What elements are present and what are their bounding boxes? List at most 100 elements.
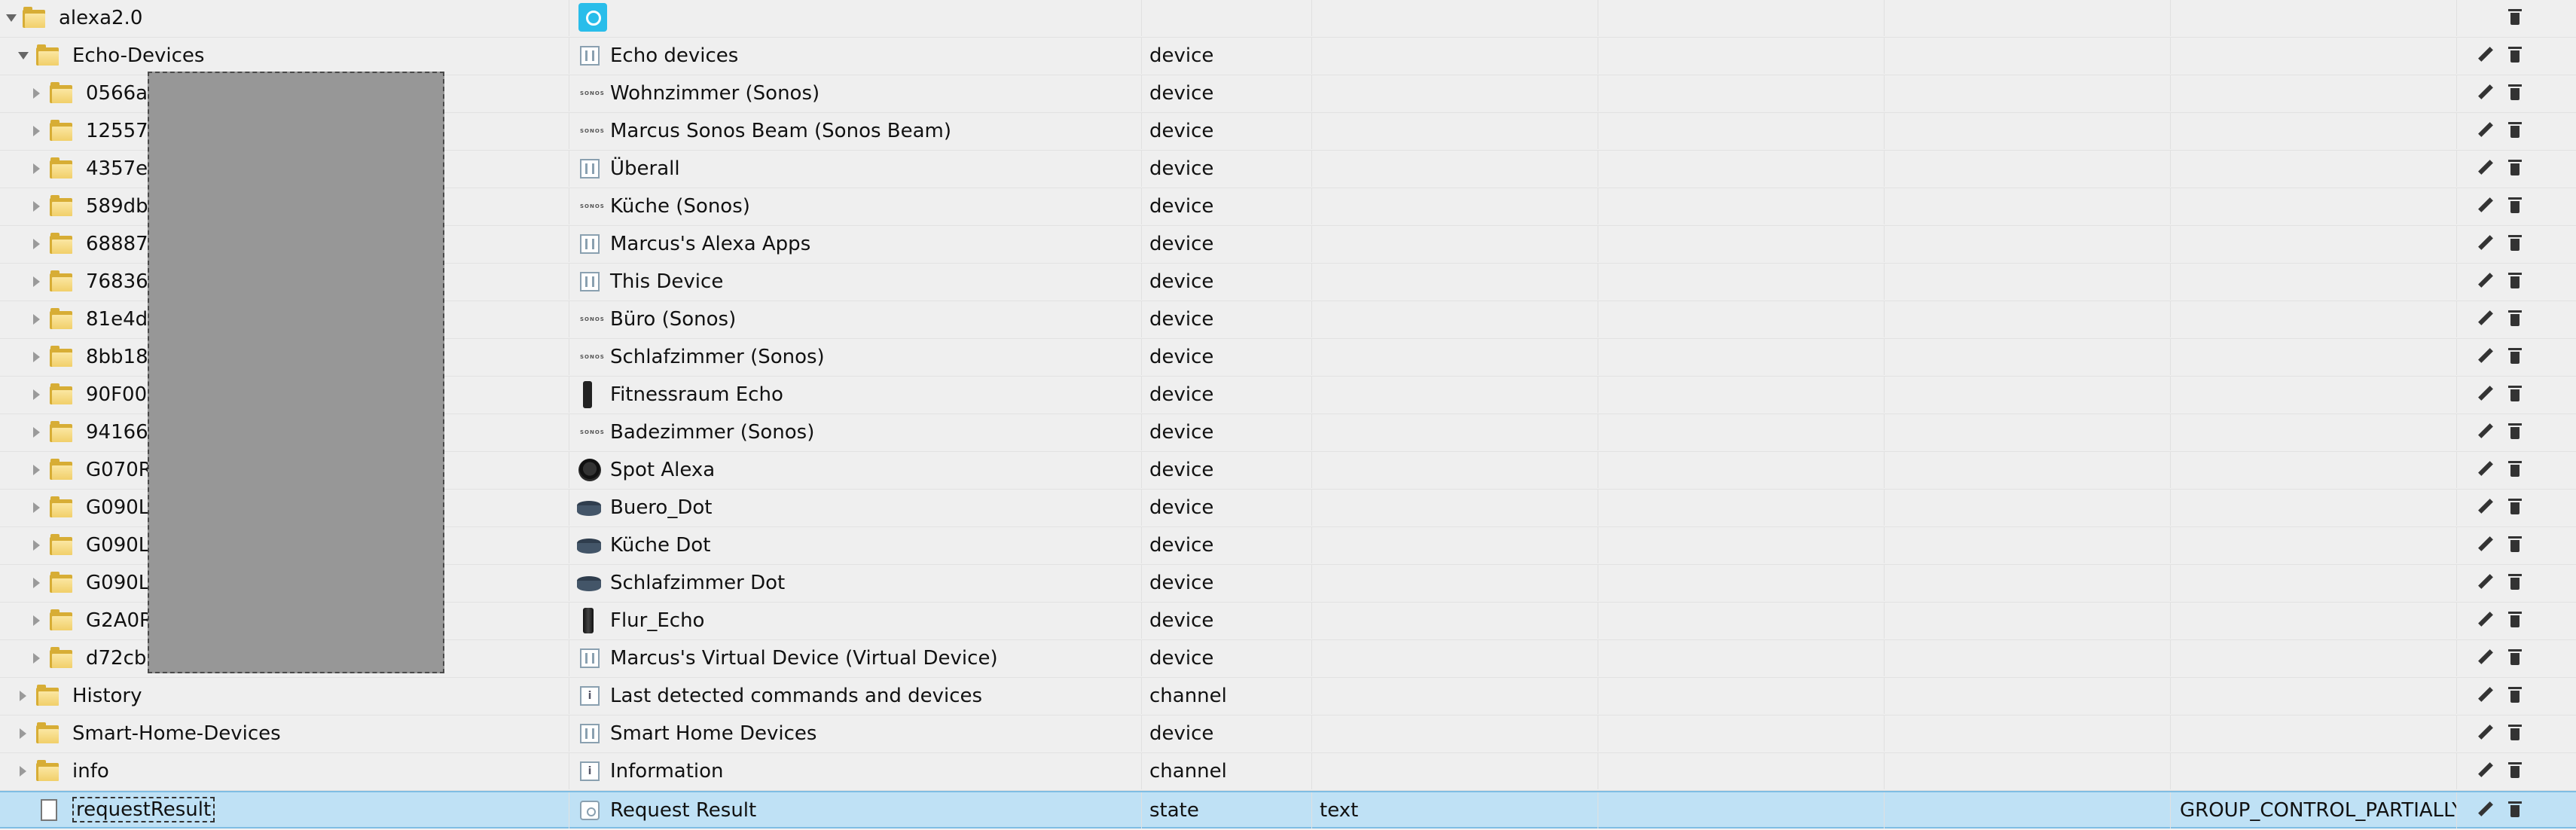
tree-row-root[interactable]: alexa2.0 (0, 0, 2576, 38)
type-cell: device (1142, 414, 1312, 450)
delete-icon[interactable] (2504, 647, 2526, 670)
expand-arrow-icon[interactable] (33, 276, 40, 287)
delete-icon[interactable] (2504, 760, 2526, 783)
collapse-arrow-icon[interactable] (18, 52, 29, 60)
folder-icon (50, 346, 72, 367)
delete-icon[interactable] (2504, 7, 2526, 29)
function-cell (1885, 414, 2171, 450)
delete-icon[interactable] (2504, 799, 2526, 822)
sonos-icon: SONOS (580, 429, 605, 435)
value-cell (2171, 226, 2457, 262)
delete-icon[interactable] (2504, 722, 2526, 745)
actions-cell (2457, 716, 2576, 752)
delete-icon[interactable] (2504, 270, 2526, 293)
expand-arrow-icon[interactable] (33, 653, 40, 664)
function-cell (1885, 188, 2171, 224)
expand-arrow-icon[interactable] (33, 126, 40, 136)
delete-icon[interactable] (2504, 195, 2526, 218)
type-cell: device (1142, 75, 1312, 111)
tree-row[interactable]: History i Last detected commands and devic… (0, 678, 2576, 716)
edit-icon[interactable] (2474, 609, 2496, 632)
edit-icon[interactable] (2474, 270, 2496, 293)
expand-arrow-icon[interactable] (33, 540, 40, 551)
actions-cell (2457, 640, 2576, 676)
root-id: alexa2.0 (59, 7, 143, 29)
expand-arrow-icon[interactable] (33, 427, 40, 438)
object-type: device (1149, 44, 1214, 67)
expand-arrow-icon[interactable] (33, 465, 40, 475)
id-cell: alexa2.0 (0, 0, 569, 36)
role-cell (1312, 226, 1598, 262)
delete-icon[interactable] (2504, 383, 2526, 406)
tree-row[interactable]: Echo-Devices Echo devices device (0, 38, 2576, 75)
expand-arrow-icon[interactable] (20, 766, 26, 777)
expand-arrow-icon[interactable] (20, 728, 26, 739)
actions-cell (2457, 339, 2576, 375)
delete-icon[interactable] (2504, 308, 2526, 331)
edit-icon[interactable] (2474, 195, 2496, 218)
expand-arrow-icon[interactable] (33, 239, 40, 249)
edit-icon[interactable] (2474, 647, 2496, 670)
function-cell (1885, 38, 2171, 74)
tree-row[interactable]: info i Information channel (0, 753, 2576, 791)
edit-icon[interactable] (2474, 308, 2496, 331)
edit-icon[interactable] (2474, 799, 2496, 822)
edit-icon[interactable] (2474, 120, 2496, 142)
room-cell (1598, 0, 1885, 36)
room-cell (1598, 38, 1885, 74)
expand-arrow-icon[interactable] (33, 502, 40, 513)
expand-arrow-icon[interactable] (20, 691, 26, 701)
edit-icon[interactable] (2474, 459, 2496, 481)
delete-icon[interactable] (2504, 82, 2526, 105)
expand-arrow-icon[interactable] (33, 163, 40, 174)
edit-icon[interactable] (2474, 82, 2496, 105)
delete-icon[interactable] (2504, 534, 2526, 557)
role-cell (1312, 113, 1598, 149)
expand-arrow-icon[interactable] (33, 88, 40, 99)
object-id: info (72, 760, 109, 783)
edit-icon[interactable] (2474, 44, 2496, 67)
delete-icon[interactable] (2504, 459, 2526, 481)
collapse-arrow-icon[interactable] (6, 14, 17, 22)
function-cell (1885, 753, 2171, 789)
name-cell: Marcus's Alexa Apps (569, 226, 1142, 262)
expand-arrow-icon[interactable] (33, 201, 40, 212)
delete-icon[interactable] (2504, 120, 2526, 142)
expand-arrow-icon[interactable] (33, 314, 40, 325)
delete-icon[interactable] (2504, 685, 2526, 707)
edit-icon[interactable] (2474, 346, 2496, 368)
expand-arrow-icon[interactable] (33, 352, 40, 362)
edit-icon[interactable] (2474, 722, 2496, 745)
folder-icon (36, 722, 59, 743)
tree-row[interactable]: requestResult Request Result state text GROU… (0, 791, 2576, 828)
edit-icon[interactable] (2474, 233, 2496, 255)
delete-icon[interactable] (2504, 346, 2526, 368)
object-type: state (1149, 799, 1199, 822)
delete-icon[interactable] (2504, 157, 2526, 180)
value-cell (2171, 151, 2457, 187)
tree-row[interactable]: Smart-Home-Devices Smart Home Devices devi… (0, 716, 2576, 753)
edit-icon[interactable] (2474, 685, 2496, 707)
type-cell: device (1142, 640, 1312, 676)
expand-arrow-icon[interactable] (33, 389, 40, 400)
echo-tall-icon (583, 381, 592, 408)
delete-icon[interactable] (2504, 609, 2526, 632)
delete-icon[interactable] (2504, 233, 2526, 255)
delete-icon[interactable] (2504, 496, 2526, 519)
delete-icon[interactable] (2504, 44, 2526, 67)
expand-arrow-icon[interactable] (33, 615, 40, 626)
expand-arrow-icon[interactable] (33, 578, 40, 588)
delete-icon[interactable] (2504, 421, 2526, 444)
room-cell (1598, 565, 1885, 601)
edit-icon[interactable] (2474, 383, 2496, 406)
object-type: device (1149, 722, 1214, 745)
edit-icon[interactable] (2474, 534, 2496, 557)
edit-icon[interactable] (2474, 760, 2496, 783)
edit-icon[interactable] (2474, 157, 2496, 180)
edit-icon[interactable] (2474, 421, 2496, 444)
delete-icon[interactable] (2504, 572, 2526, 594)
edit-icon[interactable] (2474, 496, 2496, 519)
object-type: device (1149, 346, 1214, 368)
edit-icon[interactable] (2474, 572, 2496, 594)
type-cell: state (1142, 792, 1312, 828)
